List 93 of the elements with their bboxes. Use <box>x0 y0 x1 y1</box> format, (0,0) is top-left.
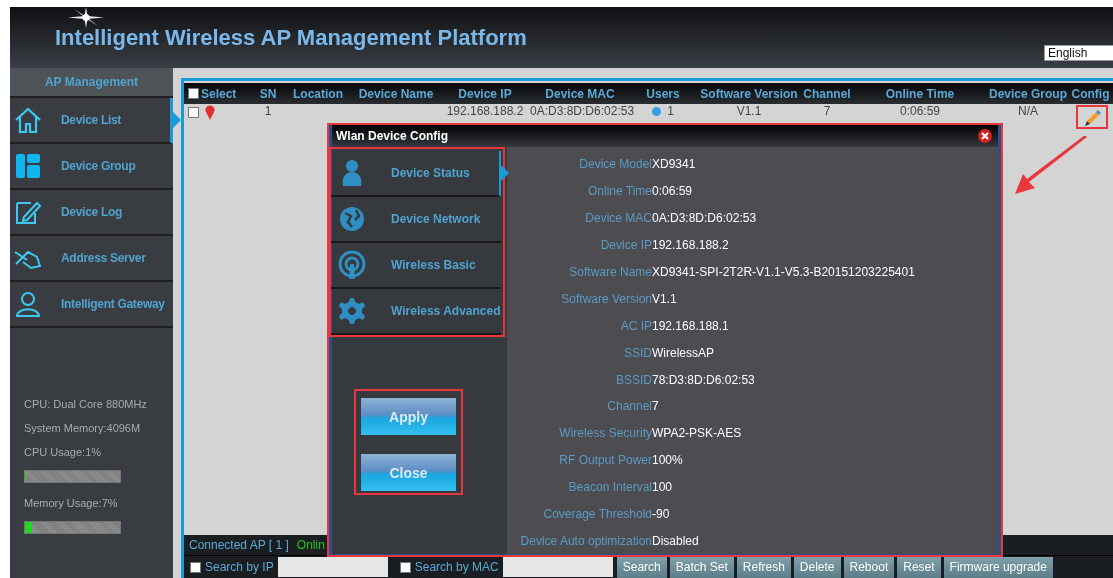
nav-item[interactable]: Wireless Advanced <box>331 289 501 335</box>
field-value: 100 <box>652 480 674 495</box>
column-header: SN <box>258 86 278 101</box>
action-button[interactable]: Apply <box>361 398 456 435</box>
field-value: XD9341-SPI-2T2R-V1.1-V5.3-B20151203225401 <box>652 265 916 279</box>
sidebar-heading: AP Management <box>10 68 173 98</box>
field-label: SSID <box>623 345 652 360</box>
field-label: Beacon Interval <box>567 480 652 495</box>
page-title: Intelligent Wireless AP Management Platform <box>55 25 527 51</box>
filter-label: Search by IP <box>205 560 274 574</box>
field-label: Channel <box>606 399 652 414</box>
table-cell-text: 7 <box>822 105 832 118</box>
user-icon <box>13 290 43 318</box>
field-value: 192.168.188.2 <box>652 238 730 253</box>
search-field[interactable] <box>502 557 613 577</box>
field-label: Wireless Security <box>558 426 652 441</box>
connected-count: Connected AP [ 1 ] <box>189 538 289 552</box>
online-count: Onlin <box>296 538 325 552</box>
stat-text: CPU Usage:1% <box>24 445 103 460</box>
field-label: BSSID <box>615 372 652 387</box>
toolbar-button[interactable]: Reset <box>897 556 941 578</box>
column-header: Software Version <box>699 86 799 101</box>
checkbox[interactable] <box>399 561 411 573</box>
field-label: AC IP <box>619 318 652 333</box>
toolbar-button[interactable]: Delete <box>793 556 841 578</box>
toolbar-button[interactable]: Firmware upgrade <box>943 556 1053 578</box>
toolbar-button[interactable]: Batch Set <box>669 556 734 578</box>
table-cell-text: N/A <box>1017 105 1039 118</box>
toolbar-button[interactable]: Reboot <box>843 556 895 578</box>
field-value: 192.168.188.1 <box>652 318 730 333</box>
field-value: 100% <box>652 453 684 468</box>
column-header: Config <box>1070 86 1111 101</box>
field-label: Device Model <box>578 157 652 172</box>
globe-icon <box>337 204 367 234</box>
column-header: Device Group <box>988 86 1068 101</box>
field-label: Software Name <box>568 265 652 279</box>
filter-label: Search by MAC <box>414 560 499 574</box>
column-header: Device IP <box>457 86 513 101</box>
user-dot-icon <box>652 107 662 116</box>
close-icon[interactable] <box>978 129 992 143</box>
settings-icon <box>337 296 367 326</box>
field-label: Device MAC <box>584 211 652 226</box>
column-header: Select <box>201 86 237 101</box>
toolbar-button[interactable]: Search <box>616 556 667 578</box>
field-value: XD9341 <box>652 157 697 172</box>
field-label: RF Output Power <box>558 453 652 468</box>
field-value: WPA2-PSK-AES <box>652 426 743 441</box>
field-value: 7 <box>652 399 660 414</box>
field-value: WirelessAP <box>652 345 715 360</box>
toolbar-button[interactable]: Refresh <box>736 556 791 578</box>
sparkle-icon <box>68 7 104 28</box>
home-icon <box>13 106 43 134</box>
pencil-icon[interactable] <box>1082 109 1101 127</box>
nav-item[interactable]: Device Network <box>331 197 501 243</box>
language-select[interactable]: English <box>1044 45 1113 61</box>
pointer-icon <box>501 165 509 181</box>
field-value: -90 <box>652 507 671 521</box>
field-value: 78:D3:8D:D6:02:53 <box>652 372 756 387</box>
table-cell-text: 192.168.188.2 <box>445 105 525 118</box>
nav-item[interactable]: Wireless Basic <box>331 243 501 289</box>
stat-text: Memory Usage:7% <box>24 496 119 511</box>
map-pin-icon <box>205 105 215 120</box>
table-cell-text: 1 <box>263 105 273 118</box>
search-field[interactable] <box>277 557 388 577</box>
field-value: Disabled <box>652 533 700 548</box>
broadcast-icon <box>337 250 367 280</box>
table-cell-text: V1.1 <box>735 105 763 118</box>
action-button[interactable]: Close <box>361 454 456 491</box>
column-header: Device MAC <box>544 86 616 101</box>
checkbox[interactable] <box>188 88 199 99</box>
field-value: V1.1 <box>652 291 678 306</box>
field-label: Device Auto optimization <box>519 533 652 548</box>
field-label: Coverage Threshold <box>542 507 652 521</box>
pointer-arrow <box>1015 136 1087 194</box>
stat-text: CPU: Dual Core 880MHz <box>24 397 148 412</box>
dialog-title: Wlan Device Config <box>336 129 448 143</box>
column-header: Location <box>292 86 344 101</box>
nav-item[interactable]: Device Status <box>331 151 501 197</box>
column-header: Users <box>645 86 681 101</box>
grid-icon <box>13 152 43 180</box>
field-label: Software Version <box>560 291 652 306</box>
table-cell-text: 0:06:59 <box>898 105 941 118</box>
checkbox[interactable] <box>188 107 199 118</box>
column-header: Online Time <box>884 86 956 101</box>
stat-text: System Memory:4096M <box>24 421 142 436</box>
field-label: Device IP <box>599 238 652 253</box>
table-cell: 1 <box>667 105 674 118</box>
field-label: Online Time <box>586 184 652 199</box>
column-header: Channel <box>802 86 852 101</box>
checkbox[interactable] <box>190 561 201 573</box>
field-value: 0A:D3:8D:D6:02:53 <box>652 211 758 226</box>
column-header: Device Name <box>357 86 435 101</box>
field-value: 0:06:59 <box>652 184 694 199</box>
